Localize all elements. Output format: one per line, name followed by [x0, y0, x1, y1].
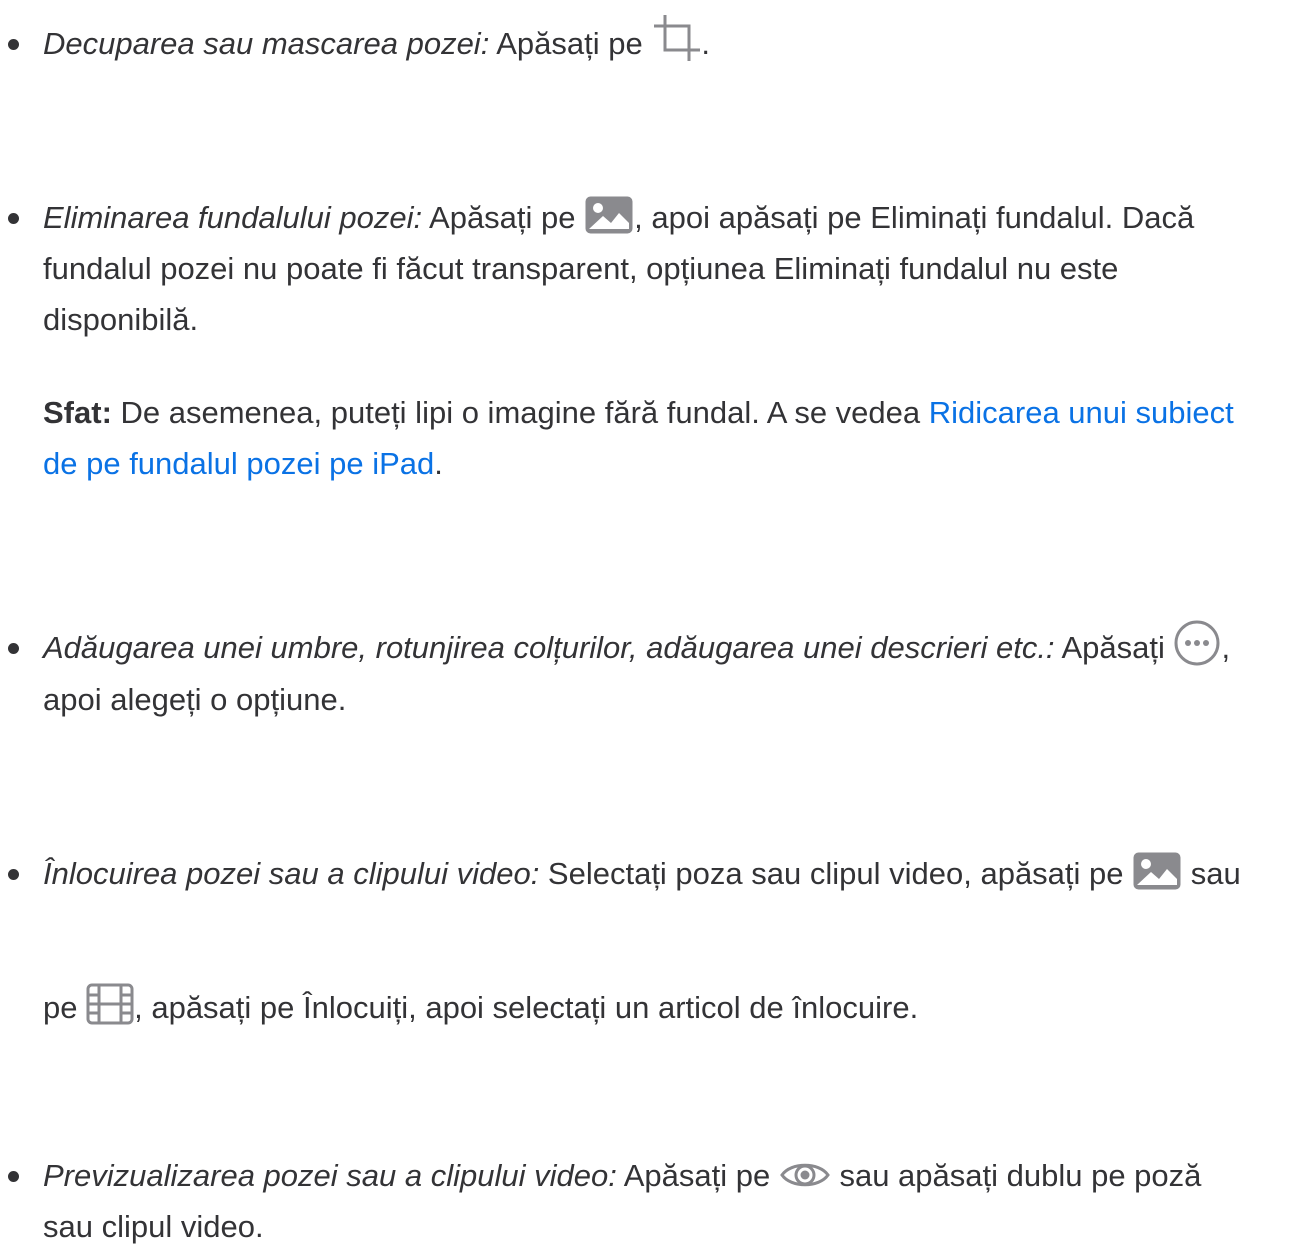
list-item-remove-background: Eliminarea fundalului pozei: Apăsați pe … — [43, 192, 1301, 345]
film-icon — [86, 983, 134, 1025]
item-text: pe — [43, 990, 87, 1025]
item-lead: Eliminarea fundalului pozei: — [43, 200, 423, 235]
list-item-replace: Înlocuirea pozei sau a clipului video: S… — [43, 848, 1301, 899]
list-item-preview: Previzualizarea pozei sau a clipului vid… — [43, 1150, 1301, 1252]
item-text: Apăsați — [1054, 630, 1174, 665]
more-icon — [1173, 619, 1221, 667]
crop-icon — [651, 12, 701, 62]
eye-icon — [779, 1158, 831, 1192]
item-line: sau clipul video. — [43, 1209, 264, 1244]
item-text: Apăsați pe — [489, 26, 652, 61]
item-line: disponibilă. — [43, 302, 199, 337]
bullet — [8, 39, 19, 50]
item-lead: Adăugarea unei umbre, rotunjirea colțuri… — [43, 630, 1055, 665]
item-line: Adăugarea unei umbre, rotunjirea colțuri… — [43, 619, 1301, 674]
tip-text: De asemenea, puteți lipi o imagine fără … — [111, 395, 929, 430]
list-item-crop: Decuparea sau mascarea pozei: Apăsați pe… — [43, 14, 1301, 71]
bullet — [8, 1171, 19, 1182]
tip-link[interactable]: Ridicarea unui subiect — [929, 395, 1234, 430]
item-text: Apăsați pe — [422, 200, 585, 235]
list-item-more-options: Adăugarea unei umbre, rotunjirea colțuri… — [43, 619, 1301, 725]
item-lead: Înlocuirea pozei sau a clipului video: — [43, 856, 540, 891]
photo-icon — [1132, 851, 1182, 891]
bullet — [8, 213, 19, 224]
item-lead: Previzualizarea pozei sau a clipului vid… — [43, 1158, 617, 1193]
item-text: Apăsați pe — [616, 1158, 779, 1193]
list-item-replace-continued: pe , apăsați pe Înlocuiți, apoi selectaț… — [43, 982, 1301, 1033]
item-text: sau — [1182, 856, 1241, 891]
bullet — [8, 643, 19, 654]
item-line: Eliminarea fundalului pozei: Apăsați pe … — [43, 192, 1301, 243]
item-text: sau apăsați dublu pe poză — [830, 1158, 1202, 1193]
item-text: , apăsați pe Înlocuiți, apoi selectați u… — [134, 990, 919, 1025]
item-text: , — [1221, 630, 1231, 665]
tip-line: Sfat: De asemenea, puteți lipi o imagine… — [43, 387, 1301, 438]
item-line: Previzualizarea pozei sau a clipului vid… — [43, 1150, 1301, 1201]
tip-link[interactable]: de pe fundalul pozei pe iPad — [43, 446, 434, 481]
item-text: . — [701, 26, 710, 61]
tip-label: Sfat: — [43, 395, 112, 430]
tip-line: de pe fundalul pozei pe iPad. — [43, 438, 1301, 489]
tip-paragraph: Sfat: De asemenea, puteți lipi o imagine… — [43, 387, 1301, 489]
bullet — [8, 869, 19, 880]
item-lead: Decuparea sau mascarea pozei: — [43, 26, 490, 61]
item-line: apoi alegeți o opțiune. — [43, 681, 347, 717]
tip-text: . — [434, 446, 443, 481]
item-line: fundalul pozei nu poate fi făcut transpa… — [43, 251, 1119, 286]
item-text: Selectați poza sau clipul video, apăsați… — [539, 856, 1133, 891]
photo-icon — [584, 195, 634, 235]
item-text: , apoi apăsați pe Eliminați fundalul. Da… — [634, 200, 1195, 235]
